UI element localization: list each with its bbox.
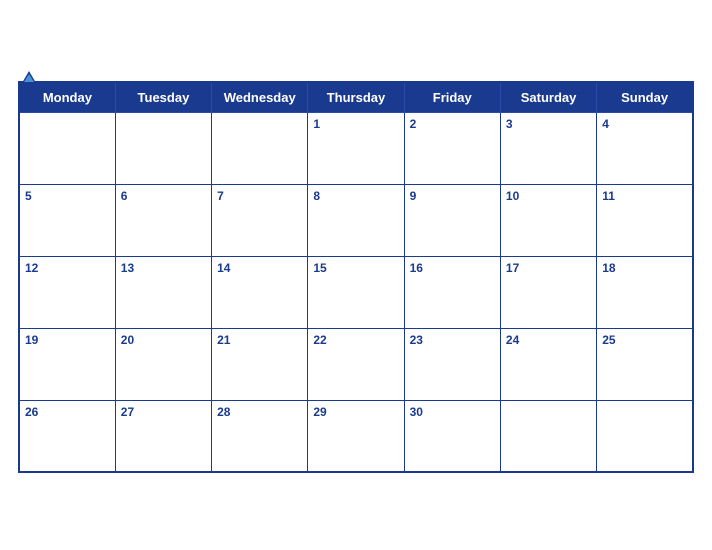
- calendar-day-6: 6: [115, 184, 211, 256]
- calendar-day-27: 27: [115, 400, 211, 472]
- day-number: 1: [313, 117, 320, 131]
- calendar-day-10: 10: [500, 184, 596, 256]
- day-number: 2: [410, 117, 417, 131]
- weekday-header-row: MondayTuesdayWednesdayThursdayFridaySatu…: [19, 82, 693, 113]
- weekday-header-wednesday: Wednesday: [212, 82, 308, 113]
- day-number: 27: [121, 405, 134, 419]
- calendar-day-2: 2: [404, 112, 500, 184]
- day-number: 7: [217, 189, 224, 203]
- calendar-day-8: 8: [308, 184, 404, 256]
- weekday-header-sunday: Sunday: [597, 82, 693, 113]
- calendar-day-20: 20: [115, 328, 211, 400]
- day-number: 10: [506, 189, 519, 203]
- day-number: 24: [506, 333, 519, 347]
- calendar-day-4: 4: [597, 112, 693, 184]
- day-number: 5: [25, 189, 32, 203]
- day-number: 21: [217, 333, 230, 347]
- calendar-week-row: 5 6 7 8 9 10 11: [19, 184, 693, 256]
- calendar-day-17: 17: [500, 256, 596, 328]
- day-number: 4: [602, 117, 609, 131]
- day-number: 11: [602, 189, 615, 203]
- calendar-thead: MondayTuesdayWednesdayThursdayFridaySatu…: [19, 82, 693, 113]
- logo-area: [18, 69, 38, 87]
- day-number: 25: [602, 333, 615, 347]
- day-number: 19: [25, 333, 38, 347]
- calendar-tbody: 1234567891011121314151617181920212223242…: [19, 112, 693, 472]
- calendar-day-3: 3: [500, 112, 596, 184]
- day-number: 28: [217, 405, 230, 419]
- day-number: 13: [121, 261, 134, 275]
- calendar-day-1: 1: [308, 112, 404, 184]
- calendar-day-empty: [597, 400, 693, 472]
- calendar-day-13: 13: [115, 256, 211, 328]
- weekday-header-tuesday: Tuesday: [115, 82, 211, 113]
- day-number: 30: [410, 405, 423, 419]
- calendar-day-empty: [115, 112, 211, 184]
- calendar-week-row: 12 13 14 15 16 17 18: [19, 256, 693, 328]
- calendar-day-30: 30: [404, 400, 500, 472]
- calendar-wrapper: MondayTuesdayWednesdayThursdayFridaySatu…: [0, 59, 712, 492]
- day-number: 23: [410, 333, 423, 347]
- calendar-week-row: 1 2 3 4: [19, 112, 693, 184]
- calendar-week-row: 26 27 28 29 30: [19, 400, 693, 472]
- calendar-day-29: 29: [308, 400, 404, 472]
- day-number: 20: [121, 333, 134, 347]
- calendar-day-5: 5: [19, 184, 115, 256]
- calendar-day-21: 21: [212, 328, 308, 400]
- weekday-header-saturday: Saturday: [500, 82, 596, 113]
- day-number: 18: [602, 261, 615, 275]
- day-number: 22: [313, 333, 326, 347]
- day-number: 15: [313, 261, 326, 275]
- calendar-header: [18, 69, 694, 75]
- day-number: 9: [410, 189, 417, 203]
- calendar-day-16: 16: [404, 256, 500, 328]
- day-number: 26: [25, 405, 38, 419]
- calendar-day-empty: [500, 400, 596, 472]
- day-number: 12: [25, 261, 38, 275]
- calendar-day-23: 23: [404, 328, 500, 400]
- calendar-day-22: 22: [308, 328, 404, 400]
- calendar-day-24: 24: [500, 328, 596, 400]
- weekday-header-thursday: Thursday: [308, 82, 404, 113]
- logo-icon: [20, 69, 38, 87]
- calendar-day-12: 12: [19, 256, 115, 328]
- calendar-table: MondayTuesdayWednesdayThursdayFridaySatu…: [18, 81, 694, 474]
- weekday-header-friday: Friday: [404, 82, 500, 113]
- day-number: 29: [313, 405, 326, 419]
- calendar-day-19: 19: [19, 328, 115, 400]
- calendar-day-9: 9: [404, 184, 500, 256]
- calendar-day-26: 26: [19, 400, 115, 472]
- day-number: 3: [506, 117, 513, 131]
- day-number: 17: [506, 261, 519, 275]
- calendar-day-15: 15: [308, 256, 404, 328]
- calendar-day-14: 14: [212, 256, 308, 328]
- calendar-week-row: 19 20 21 22 23 24 25: [19, 328, 693, 400]
- calendar-day-25: 25: [597, 328, 693, 400]
- day-number: 16: [410, 261, 423, 275]
- calendar-day-7: 7: [212, 184, 308, 256]
- day-number: 14: [217, 261, 230, 275]
- day-number: 6: [121, 189, 128, 203]
- calendar-day-empty: [19, 112, 115, 184]
- day-number: 8: [313, 189, 320, 203]
- calendar-day-18: 18: [597, 256, 693, 328]
- calendar-day-28: 28: [212, 400, 308, 472]
- calendar-day-empty: [212, 112, 308, 184]
- calendar-day-11: 11: [597, 184, 693, 256]
